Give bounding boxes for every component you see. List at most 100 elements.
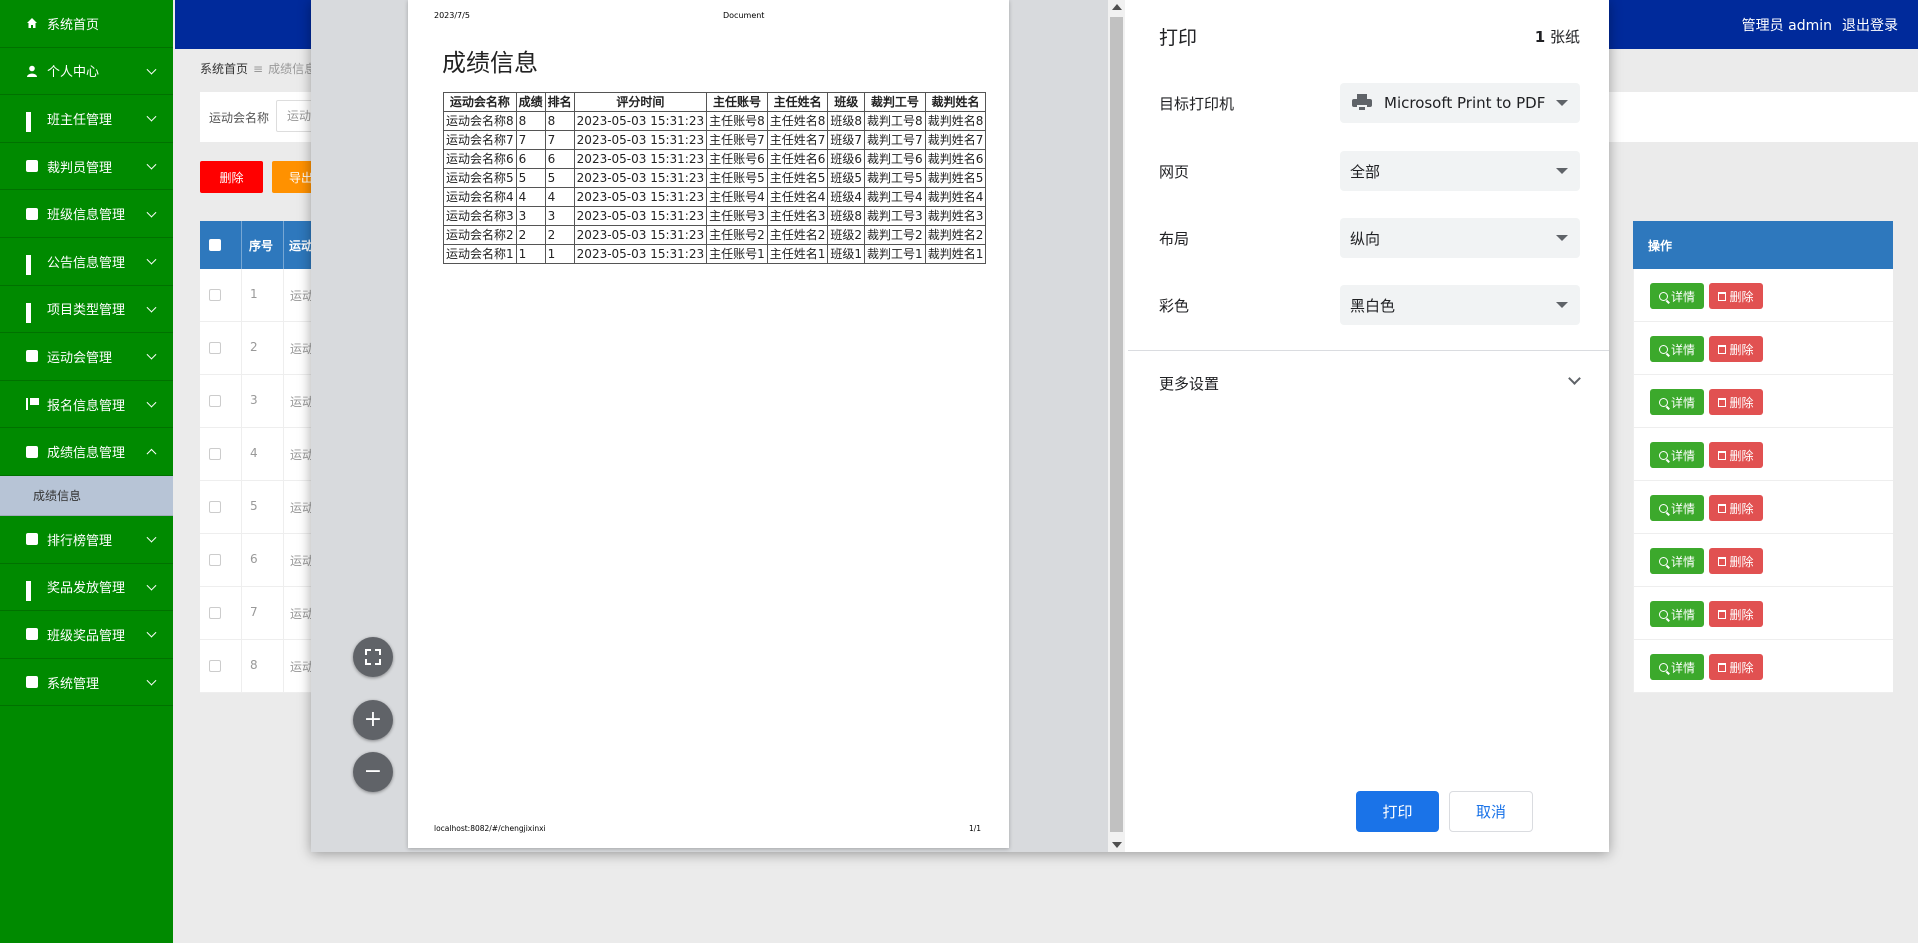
sidebar-item-6[interactable]: 公告信息管理 [0, 238, 173, 286]
cancel-button[interactable]: 取消 [1449, 791, 1533, 832]
table-row-actions: 详情 删除 [1633, 428, 1893, 481]
chevron-down-icon [1556, 168, 1568, 174]
preview-page: 2023/7/5 Document 成绩信息 运动会名称 成绩 排名 评分时间 主任账号… [408, 0, 1009, 848]
breadcrumb-home[interactable]: 系统首页 [200, 62, 248, 76]
remove-button[interactable]: 删除 [1709, 601, 1763, 627]
scroll-thumb[interactable] [1110, 17, 1123, 832]
detail-button[interactable]: 详情 [1650, 601, 1704, 627]
preview-cell: 7 [544, 130, 575, 150]
search-icon [1658, 503, 1668, 513]
sidebar-item-2[interactable]: 奖品发放管理 [0, 564, 173, 612]
sidebar-item-5[interactable]: 班级信息管理 [0, 190, 173, 238]
remove-button[interactable]: 删除 [1709, 336, 1763, 362]
preview-cell: 主任姓名4 [766, 187, 829, 207]
row-checkbox[interactable] [209, 554, 221, 566]
fit-to-page-button[interactable] [353, 637, 393, 677]
preview-cell: 主任姓名5 [766, 168, 829, 188]
chevron-down-icon [146, 207, 157, 218]
chat-icon [26, 676, 38, 689]
zoom-out-button[interactable]: − [353, 752, 393, 792]
remove-label: 删除 [1729, 448, 1754, 463]
sidebar-item-3[interactable]: 班级奖品管理 [0, 611, 173, 659]
row-checkbox[interactable] [209, 289, 221, 301]
row-checkbox[interactable] [209, 607, 221, 619]
header-name: 运动 [289, 239, 314, 253]
row-checkbox[interactable] [209, 342, 221, 354]
preview-cell: 裁判工号4 [864, 187, 926, 207]
sidebar-item-10[interactable]: 成绩信息管理 [0, 428, 173, 476]
sidebar-item-label: 奖品发放管理 [47, 581, 126, 597]
remove-button[interactable]: 删除 [1709, 495, 1763, 521]
layout-select[interactable]: 纵向 [1340, 218, 1580, 258]
delete-button[interactable]: 删除 [200, 161, 263, 193]
table-row-actions: 详情 删除 [1633, 481, 1893, 534]
chevron-down-icon [146, 64, 157, 75]
more-settings-toggle[interactable]: 更多设置 [1159, 373, 1219, 394]
fit-page-icon [365, 649, 381, 665]
detail-button[interactable]: 详情 [1650, 389, 1704, 415]
color-select[interactable]: 黑白色 [1340, 285, 1580, 325]
layout-value: 纵向 [1350, 229, 1381, 248]
preview-cell: 主任账号8 [706, 111, 768, 131]
destination-select[interactable]: Microsoft Print to PDF [1340, 83, 1580, 123]
sidebar-item-7[interactable]: 项目类型管理 [0, 286, 173, 334]
preview-cell: 主任姓名3 [766, 206, 829, 226]
row-checkbox[interactable] [209, 660, 221, 672]
row-checkbox[interactable] [209, 448, 221, 460]
sidebar-item-2[interactable]: 个人中心 [0, 48, 173, 96]
preview-column-header: 裁判工号 [864, 92, 926, 112]
remove-button[interactable]: 删除 [1709, 442, 1763, 468]
sidebar-item-label: 班级信息管理 [47, 208, 126, 224]
preview-cell: 5 [515, 168, 546, 188]
detail-label: 详情 [1670, 660, 1695, 675]
preview-cell: 裁判姓名2 [924, 225, 987, 245]
sidebar-subitem-score-info[interactable]: 成绩信息 [0, 475, 173, 516]
preview-cell: 班级1 [827, 244, 866, 264]
preview-cell: 运动会名称2 [443, 225, 517, 245]
preview-row: 运动会名称1 1 1 2023-05-03 15:31:23 主任账号1 主任姓名1 班级1… [443, 244, 987, 264]
preview-cell: 2023-05-03 15:31:23 [573, 149, 708, 169]
preview-row: 运动会名称8 8 8 2023-05-03 15:31:23 主任账号8 主任姓名8 班级8… [443, 111, 987, 131]
remove-button[interactable]: 删除 [1709, 548, 1763, 574]
chevron-down-icon [146, 580, 157, 591]
detail-button[interactable]: 详情 [1650, 548, 1704, 574]
chevron-down-icon[interactable] [1568, 372, 1581, 385]
detail-button[interactable]: 详情 [1650, 654, 1704, 680]
remove-button[interactable]: 删除 [1709, 654, 1763, 680]
sidebar-item-1[interactable]: 系统首页 [0, 0, 173, 48]
scroll-down-icon[interactable] [1112, 842, 1122, 848]
sidebar-item-3[interactable]: 班主任管理 [0, 95, 173, 143]
sidebar-item-9[interactable]: 报名信息管理 [0, 381, 173, 429]
detail-button[interactable]: 详情 [1650, 336, 1704, 362]
logout-link[interactable]: 退出登录 [1842, 15, 1898, 35]
preview-column-header: 裁判姓名 [924, 92, 987, 112]
header-ops: 操作 [1648, 239, 1673, 253]
scroll-up-icon[interactable] [1112, 4, 1122, 10]
zoom-in-button[interactable]: + [353, 700, 393, 740]
print-button[interactable]: 打印 [1356, 791, 1439, 832]
sidebar-item-1[interactable]: 排行榜管理 [0, 516, 173, 564]
remove-button[interactable]: 删除 [1709, 283, 1763, 309]
pages-value: 全部 [1350, 162, 1381, 181]
detail-button[interactable]: 详情 [1650, 442, 1704, 468]
remove-label: 删除 [1729, 395, 1754, 410]
sheet-count-unit: 张纸 [1549, 28, 1580, 46]
print-dialog: 2023/7/5 Document 成绩信息 运动会名称 成绩 排名 评分时间 主任账号… [311, 0, 1609, 852]
select-all-checkbox[interactable] [209, 239, 221, 251]
sidebar-item-4[interactable]: 系统管理 [0, 659, 173, 707]
sidebar-item-8[interactable]: 运动会管理 [0, 333, 173, 381]
preview-scrollbar[interactable] [1108, 0, 1125, 852]
preview-column-header: 排名 [544, 92, 575, 112]
sidebar-item-label: 项目类型管理 [47, 303, 126, 319]
sidebar-item-4[interactable]: 裁判员管理 [0, 143, 173, 191]
preview-cell: 2023-05-03 15:31:23 [573, 206, 708, 226]
detail-button[interactable]: 详情 [1650, 495, 1704, 521]
remove-button[interactable]: 删除 [1709, 389, 1763, 415]
preview-cell: 2023-05-03 15:31:23 [573, 225, 708, 245]
row-checkbox[interactable] [209, 501, 221, 513]
pages-select[interactable]: 全部 [1340, 151, 1580, 191]
detail-button[interactable]: 详情 [1650, 283, 1704, 309]
row-checkbox[interactable] [209, 395, 221, 407]
breadcrumb-current: 成绩信息 [268, 62, 317, 76]
chevron-down-icon [146, 302, 157, 313]
